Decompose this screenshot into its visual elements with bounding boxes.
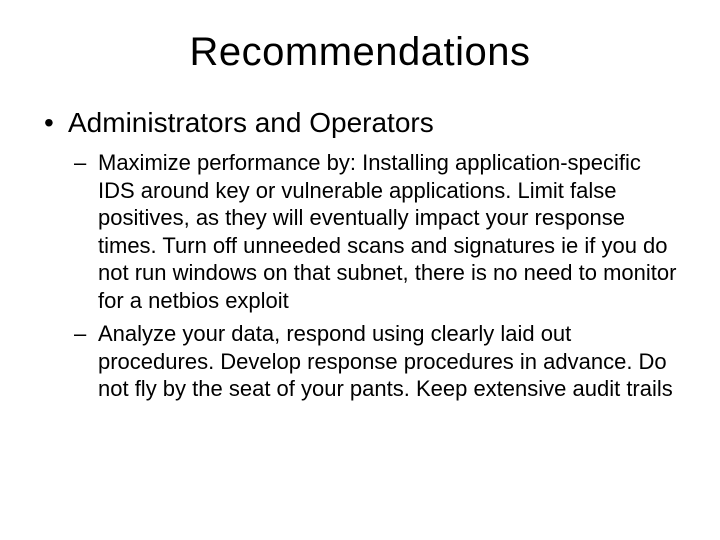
slide-title: Recommendations: [40, 30, 680, 75]
bullet-item-level2: Analyze your data, respond using clearly…: [68, 320, 680, 403]
bullet-item-level2: Maximize performance by: Installing appl…: [68, 149, 680, 314]
bullet-text-level2: Analyze your data, respond using clearly…: [98, 321, 673, 401]
bullet-list-level2: Maximize performance by: Installing appl…: [68, 149, 680, 403]
slide: Recommendations Administrators and Opera…: [0, 0, 720, 540]
bullet-text-level2: Maximize performance by: Installing appl…: [98, 150, 676, 313]
bullet-list-level1: Administrators and Operators Maximize pe…: [40, 105, 680, 403]
bullet-item-level1: Administrators and Operators Maximize pe…: [40, 105, 680, 403]
bullet-text-level1: Administrators and Operators: [68, 107, 434, 138]
